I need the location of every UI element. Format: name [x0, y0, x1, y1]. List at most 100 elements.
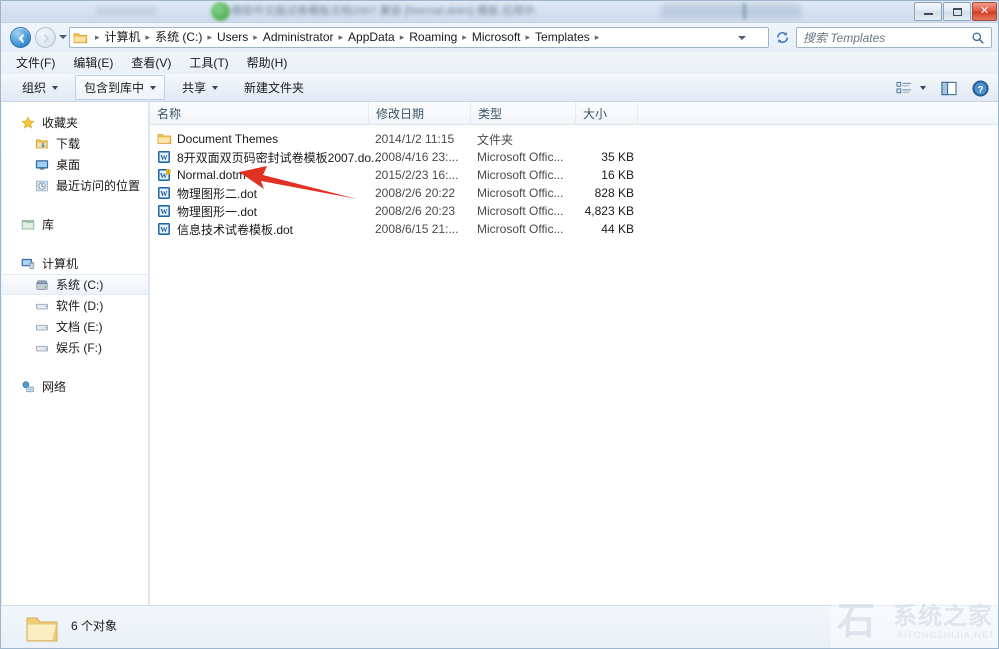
back-button[interactable]: [10, 27, 31, 48]
organize-button[interactable]: 组织: [13, 75, 67, 100]
breadcrumb-separator[interactable]: ▸: [591, 28, 604, 47]
breadcrumb-item-administrator[interactable]: Administrator: [262, 28, 335, 47]
table-row[interactable]: W 信息技术试卷模板.dot 2008/6/15 21:... Microsof…: [150, 220, 998, 238]
breadcrumb-separator[interactable]: ▸: [335, 28, 348, 47]
column-header-name[interactable]: 名称: [150, 102, 369, 124]
word-macro-template-icon: W !: [156, 167, 172, 183]
title-green-dot-icon: [211, 2, 230, 21]
file-size-cell: 44 KB: [601, 222, 634, 236]
include-in-library-button[interactable]: 包含到库中: [75, 75, 166, 100]
sidebar-item-favorites[interactable]: 收藏夹: [2, 112, 148, 133]
column-header-date-modified[interactable]: 修改日期: [369, 102, 471, 124]
breadcrumb-item-appdata[interactable]: AppData: [347, 28, 396, 47]
help-icon: ?: [972, 79, 989, 97]
downloads-icon: [34, 136, 50, 152]
sidebar-item-computer[interactable]: 计算机: [2, 253, 148, 274]
drive-icon: [34, 340, 50, 356]
breadcrumb-separator[interactable]: ▸: [203, 28, 216, 47]
menu-edit[interactable]: 编辑(E): [64, 54, 122, 73]
sidebar-item-drive-f[interactable]: 娱乐 (F:): [2, 337, 148, 358]
file-name-cell[interactable]: W ! Normal.dotm: [156, 167, 246, 183]
close-button[interactable]: ✕: [972, 2, 997, 21]
maximize-icon: [944, 3, 970, 20]
sidebar-label: 收藏夹: [42, 116, 79, 130]
breadcrumb-separator[interactable]: ▸: [458, 28, 471, 47]
menu-help[interactable]: 帮助(H): [238, 54, 297, 73]
breadcrumb-item-users[interactable]: Users: [216, 28, 249, 47]
breadcrumb-item-roaming[interactable]: Roaming: [408, 28, 458, 47]
breadcrumb-item-computer[interactable]: 计算机: [104, 28, 142, 47]
navigation-pane[interactable]: 收藏夹 下载 桌面 最近访问的位置 库 计算机 系统 (C:) 软件 (D:) …: [2, 102, 148, 605]
table-row[interactable]: W 物理图形一.dot 2008/2/6 20:23 Microsoft Off…: [150, 202, 998, 220]
file-date-cell: 2008/2/6 20:22: [375, 186, 456, 200]
file-name-cell[interactable]: W 信息技术试卷模板.dot: [156, 221, 293, 238]
title-caret-decoration: [743, 3, 746, 19]
sidebar-item-drive-e[interactable]: 文档 (E:): [2, 316, 148, 337]
folder-icon: [73, 31, 88, 45]
share-button[interactable]: 共享: [173, 75, 227, 100]
menu-file[interactable]: 文件(F): [7, 54, 64, 73]
file-name-cell[interactable]: W 物理图形二.dot: [156, 185, 257, 202]
menu-tools[interactable]: 工具(T): [180, 54, 237, 73]
file-date-cell: 2014/1/2 11:15: [375, 132, 455, 146]
breadcrumb-item-system-c[interactable]: 系统 (C:): [154, 28, 203, 47]
sidebar-item-recent-places[interactable]: 最近访问的位置: [2, 175, 148, 196]
sidebar-item-drive-d[interactable]: 软件 (D:): [2, 295, 148, 316]
file-list-pane[interactable]: 名称 修改日期 类型 大小 Document Themes 2014/1/2 1…: [150, 102, 998, 605]
sidebar-label: 最近访问的位置: [56, 179, 141, 193]
hard-drive-icon: [34, 277, 50, 293]
change-view-button[interactable]: [893, 79, 929, 98]
sidebar-group-libraries: 库: [2, 214, 148, 235]
search-box[interactable]: [796, 27, 992, 48]
column-header-size[interactable]: 大小: [576, 102, 638, 124]
column-header-type[interactable]: 类型: [471, 102, 576, 124]
sidebar-item-desktop[interactable]: 桌面: [2, 154, 148, 175]
breadcrumb-separator[interactable]: ▸: [396, 28, 409, 47]
sidebar-label: 文档 (E:): [56, 320, 103, 334]
help-button[interactable]: ?: [969, 78, 992, 99]
new-folder-button[interactable]: 新建文件夹: [235, 75, 313, 100]
breadcrumb-item-templates[interactable]: Templates: [534, 28, 591, 47]
breadcrumb-separator[interactable]: ▸: [522, 28, 535, 47]
sidebar-item-downloads[interactable]: 下载: [2, 133, 148, 154]
forward-button[interactable]: [35, 27, 56, 48]
recent-locations-dropdown-icon[interactable]: [59, 35, 67, 39]
sidebar-item-network[interactable]: 网络: [2, 376, 148, 397]
breadcrumb-separator[interactable]: ▸: [249, 28, 262, 47]
table-row[interactable]: W 8开双面双页码密封试卷模板2007.do... 2008/4/16 23:.…: [150, 148, 998, 166]
folder-icon: [25, 614, 59, 647]
maximize-button[interactable]: [943, 2, 971, 21]
sidebar-item-libraries[interactable]: 库: [2, 214, 148, 235]
svg-text:W: W: [160, 225, 168, 234]
table-row[interactable]: Document Themes 2014/1/2 11:15 文件夹: [150, 130, 998, 148]
file-size-cell: 35 KB: [601, 150, 634, 164]
breadcrumb-separator: ▸: [95, 32, 100, 42]
breadcrumb-separator[interactable]: ▸: [142, 28, 155, 47]
address-bar[interactable]: ▸ 计算机 ▸ 系统 (C:) ▸ Users ▸ Administrator …: [69, 27, 769, 48]
minimize-button[interactable]: [914, 2, 942, 21]
title-bar: 微软中文版试卷模板文档2007 兼容 [Normal.dotm] 模板 应用中 …: [1, 1, 998, 23]
file-name-label: 物理图形一.dot: [177, 204, 258, 219]
table-row[interactable]: W ! Normal.dotm 2015/2/23 16:... Microso…: [150, 166, 998, 184]
desktop-icon: [34, 157, 50, 173]
organize-label: 组织: [22, 81, 47, 95]
toolbar-right-group: ?: [893, 74, 992, 102]
file-date-cell: 2008/4/16 23:...: [375, 150, 459, 164]
search-input[interactable]: [797, 29, 971, 46]
address-history-dropdown-icon[interactable]: [738, 36, 746, 40]
file-name-label: 8开双面双页码密封试卷模板2007.do...: [177, 150, 382, 165]
chevron-down-icon: [52, 85, 59, 90]
share-label: 共享: [182, 81, 207, 95]
file-name-cell[interactable]: W 8开双面双页码密封试卷模板2007.do...: [156, 149, 381, 166]
sidebar-item-drive-c[interactable]: 系统 (C:): [2, 274, 148, 295]
breadcrumb-item-microsoft[interactable]: Microsoft: [471, 28, 522, 47]
search-icon[interactable]: [971, 31, 985, 45]
file-name-cell[interactable]: W 物理图形一.dot: [156, 203, 257, 220]
file-name-cell[interactable]: Document Themes: [156, 131, 278, 147]
table-row[interactable]: W 物理图形二.dot 2008/2/6 20:22 Microsoft Off…: [150, 184, 998, 202]
file-date-cell: 2015/2/23 16:...: [375, 168, 459, 182]
preview-pane-button[interactable]: [937, 79, 961, 98]
menu-view[interactable]: 查看(V): [122, 54, 180, 73]
title-left-blur-decoration: [96, 6, 156, 16]
refresh-button[interactable]: [773, 28, 791, 47]
